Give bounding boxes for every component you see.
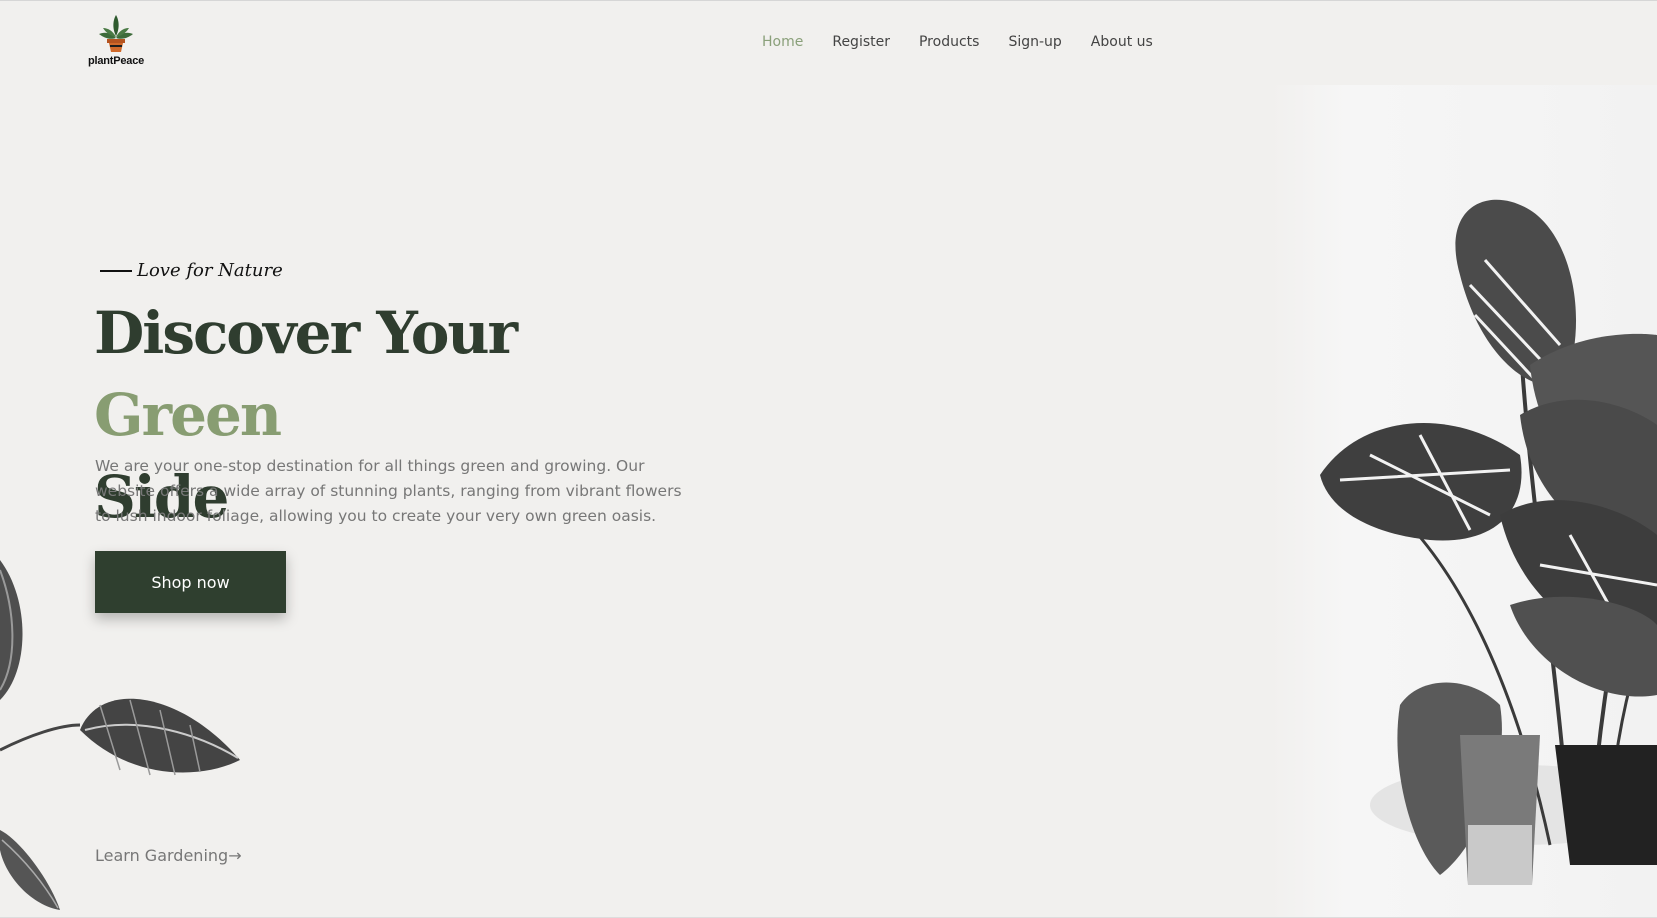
hero-eyebrow: Love for Nature <box>100 260 283 281</box>
plant-pot-icon <box>99 15 133 52</box>
nav-item-about-us[interactable]: About us <box>1091 34 1153 50</box>
nav-item-home[interactable]: Home <box>762 34 803 50</box>
nav-item-register[interactable]: Register <box>832 34 890 50</box>
main-nav: Home Register Products Sign-up About us <box>762 34 1182 50</box>
leaves-image <box>0 560 240 910</box>
eyebrow-dash <box>100 269 132 272</box>
nav-item-products[interactable]: Products <box>919 34 979 50</box>
headline-part1: Discover Your <box>94 299 518 367</box>
eyebrow-text: Love for Nature <box>137 260 283 281</box>
headline-accent: Green <box>94 381 282 449</box>
hero-description: We are your one-stop destination for all… <box>95 457 682 525</box>
monstera-plant-image <box>1270 85 1657 918</box>
brand-name: plantPeace <box>87 55 145 67</box>
brand-logo[interactable]: plantPeace <box>87 14 145 70</box>
nav-item-sign-up[interactable]: Sign-up <box>1008 34 1061 50</box>
top-border <box>0 0 1657 1</box>
